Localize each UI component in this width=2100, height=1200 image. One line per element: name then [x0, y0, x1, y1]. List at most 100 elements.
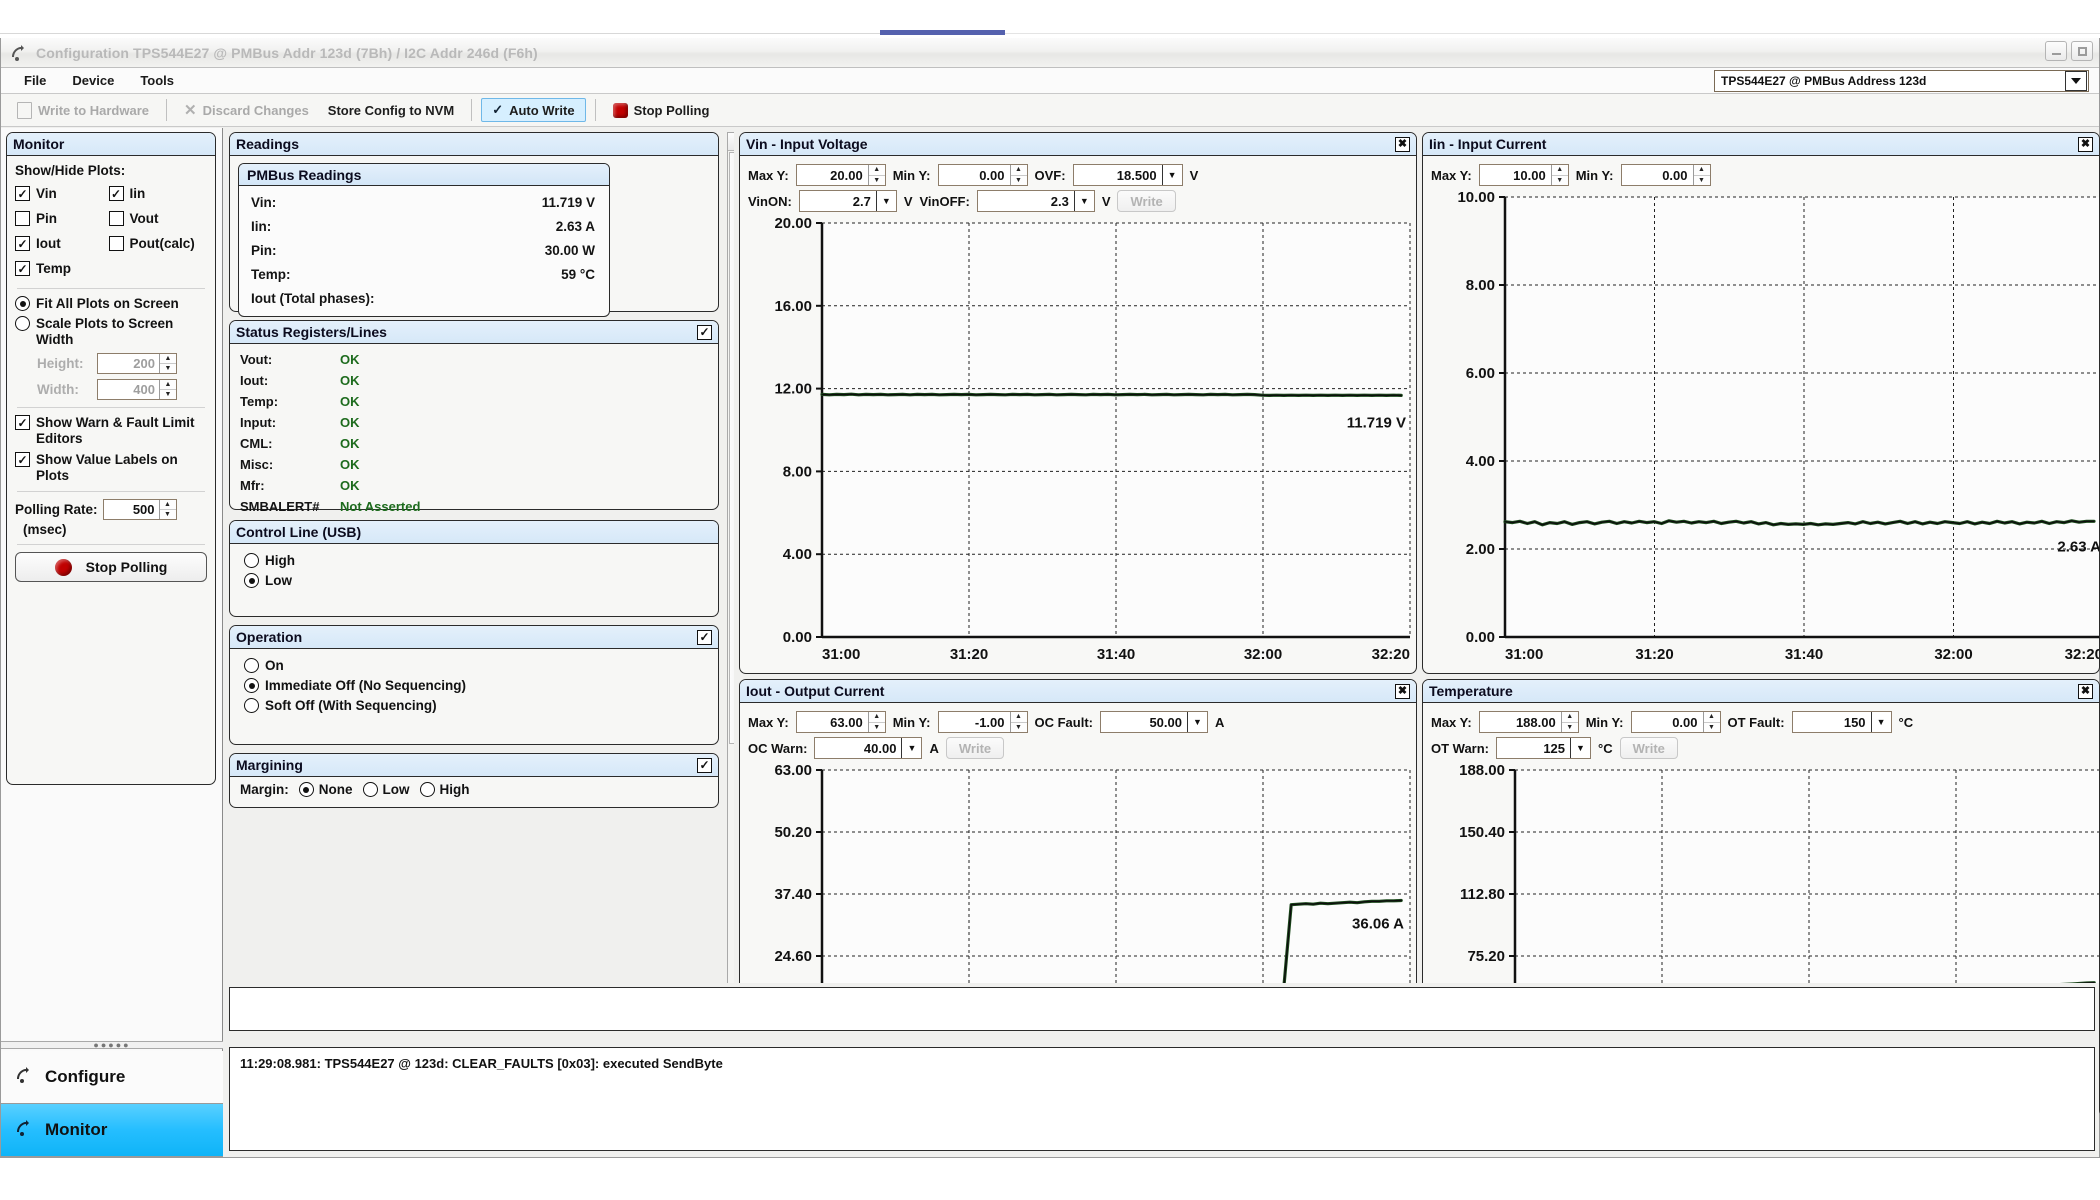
- chevron-down-icon[interactable]: ▼: [901, 738, 921, 758]
- chevron-down-icon[interactable]: ▼: [1162, 165, 1182, 185]
- show-warn-fault-checkbox[interactable]: Show Warn & Fault Limit Editors: [15, 415, 207, 447]
- chevron-down-icon[interactable]: ▼: [1074, 191, 1094, 211]
- min-y-stepper[interactable]: 0.00 ▲▼: [938, 164, 1028, 186]
- ot-warn-label: OT Warn:: [1431, 741, 1489, 756]
- stepper-buttons[interactable]: ▲▼: [1010, 165, 1027, 185]
- stop-polling-button[interactable]: Stop Polling: [605, 100, 718, 121]
- min-y-label: Min Y:: [893, 168, 931, 183]
- minimize-button[interactable]: [2045, 41, 2067, 61]
- plot-toggle-poutcalc[interactable]: Pout(calc): [109, 231, 207, 256]
- max-y-stepper[interactable]: 188.00 ▲▼: [1479, 711, 1579, 733]
- status-panel-checkbox[interactable]: ✓: [697, 325, 712, 340]
- plot-toggle-vin[interactable]: Vin: [15, 181, 109, 206]
- chevron-down-icon[interactable]: [2065, 71, 2087, 91]
- plot-iin-header: Iin - Input Current ✖: [1423, 133, 2099, 156]
- stepper-buttons[interactable]: ▲▼: [159, 354, 176, 373]
- stepper-buttons[interactable]: ▲▼: [868, 712, 885, 732]
- margin-option-none[interactable]: None: [299, 782, 353, 797]
- max-y-label: Max Y:: [1431, 168, 1472, 183]
- plot-toggle-iin[interactable]: Iin: [109, 181, 207, 206]
- svg-text:31:20: 31:20: [950, 646, 988, 663]
- scale-plots-radio[interactable]: Scale Plots to Screen Width: [15, 316, 207, 348]
- stepper-buttons[interactable]: ▲▼: [1551, 165, 1568, 185]
- log-box[interactable]: 11:29:08.981: TPS544E27 @ 123d: CLEAR_FA…: [229, 1047, 2095, 1151]
- monitor-panel-title: Monitor: [13, 136, 64, 152]
- svg-text:188.00: 188.00: [1459, 762, 1505, 779]
- plot-toggle-vout[interactable]: Vout: [109, 206, 207, 231]
- browser-tab-indicator[interactable]: [880, 30, 1005, 35]
- ovf-dropdown[interactable]: 18.500 ▼: [1073, 164, 1183, 186]
- plot-vin-controls: Max Y: 20.00 ▲▼ Min Y: 0.00 ▲▼ OVF:: [740, 156, 1416, 216]
- menu-tools[interactable]: Tools: [127, 70, 187, 91]
- control-line-option-low[interactable]: Low: [244, 573, 704, 588]
- plot-vin-title: Vin - Input Voltage: [746, 136, 868, 152]
- close-icon[interactable]: ✖: [2078, 137, 2093, 152]
- maximize-button[interactable]: [2071, 41, 2093, 61]
- oc-fault-dropdown[interactable]: 50.00 ▼: [1100, 711, 1208, 733]
- toolbar-divider-1: [166, 99, 167, 121]
- stepper-buttons[interactable]: ▲▼: [1693, 165, 1710, 185]
- close-icon[interactable]: ✖: [2078, 684, 2093, 699]
- control-line-option-high[interactable]: High: [244, 553, 704, 568]
- chevron-down-icon[interactable]: ▼: [1187, 712, 1207, 732]
- filter-input[interactable]: [229, 987, 2095, 1031]
- application-window: Configuration TPS544E27 @ PMBus Addr 123…: [0, 0, 2100, 1200]
- svg-text:75.20: 75.20: [1467, 948, 1505, 965]
- sidebar-item-monitor[interactable]: Monitor: [1, 1104, 223, 1157]
- stepper-buttons[interactable]: ▲▼: [1010, 712, 1027, 732]
- operation-option-on[interactable]: On: [244, 658, 704, 673]
- menu-device[interactable]: Device: [59, 70, 127, 91]
- write-to-hardware-button[interactable]: Write to Hardware: [9, 99, 157, 122]
- polling-rate-stepper[interactable]: 500 ▲▼: [103, 499, 177, 520]
- stepper-buttons[interactable]: ▲▼: [1561, 712, 1578, 732]
- show-value-labels-checkbox[interactable]: Show Value Labels on Plots: [15, 452, 207, 484]
- operation-option-soft-off[interactable]: Soft Off (With Sequencing): [244, 698, 704, 713]
- plot-toggle-iout[interactable]: Iout: [15, 231, 109, 256]
- operation-panel-checkbox[interactable]: ✓: [697, 630, 712, 645]
- margining-panel-checkbox[interactable]: ✓: [697, 758, 712, 773]
- toolbar-divider-2: [471, 99, 472, 121]
- chevron-down-icon[interactable]: ▼: [1570, 738, 1590, 758]
- sidebar-stop-polling-button[interactable]: Stop Polling: [15, 552, 207, 582]
- min-y-stepper[interactable]: 0.00 ▲▼: [1631, 711, 1721, 733]
- discard-changes-button[interactable]: ✕ Discard Changes: [176, 100, 317, 121]
- width-stepper[interactable]: 400 ▲▼: [97, 379, 177, 400]
- operation-option-immediate-off[interactable]: Immediate Off (No Sequencing): [244, 678, 704, 693]
- plot-toggle-temp[interactable]: Temp: [15, 256, 109, 281]
- max-y-value: 188.00: [1480, 712, 1561, 732]
- sidebar-resize-grip[interactable]: ●●●●●: [1, 1041, 223, 1049]
- auto-write-toggle[interactable]: ✓ Auto Write: [481, 98, 585, 122]
- store-config-button[interactable]: Store Config to NVM: [320, 100, 462, 121]
- height-value: 200: [98, 354, 159, 373]
- stepper-buttons[interactable]: ▲▼: [868, 165, 885, 185]
- min-y-stepper[interactable]: -1.00 ▲▼: [938, 711, 1028, 733]
- plot-vin-canvas: 0.004.008.0012.0016.0020.0031:0031:2031:…: [740, 209, 1416, 673]
- svg-text:24.60: 24.60: [774, 948, 812, 965]
- svg-text:32:00: 32:00: [1244, 646, 1282, 663]
- checkbox-icon: [109, 211, 124, 226]
- plot-toggle-pin[interactable]: Pin: [15, 206, 109, 231]
- height-stepper[interactable]: 200 ▲▼: [97, 353, 177, 374]
- device-select[interactable]: TPS544E27 @ PMBus Address 123d: [1714, 70, 2089, 92]
- sidebar-item-configure[interactable]: Configure: [1, 1051, 223, 1104]
- stepper-buttons[interactable]: ▲▼: [159, 380, 176, 399]
- stepper-buttons[interactable]: ▲▼: [1703, 712, 1720, 732]
- close-icon[interactable]: ✖: [1395, 684, 1410, 699]
- operation-option-immediate-off-label: Immediate Off (No Sequencing): [265, 678, 466, 693]
- radio-icon: [244, 658, 259, 673]
- max-y-stepper[interactable]: 63.00 ▲▼: [796, 711, 886, 733]
- ot-fault-dropdown[interactable]: 150 ▼: [1792, 711, 1892, 733]
- operation-title: Operation: [236, 629, 302, 645]
- chevron-down-icon[interactable]: ▼: [876, 191, 896, 211]
- radio-icon: [420, 782, 435, 797]
- stepper-buttons[interactable]: ▲▼: [159, 500, 176, 519]
- margin-option-high[interactable]: High: [420, 782, 470, 797]
- margin-option-low[interactable]: Low: [363, 782, 410, 797]
- checkbox-icon: [15, 415, 30, 430]
- fit-all-plots-radio[interactable]: Fit All Plots on Screen: [15, 296, 207, 311]
- close-icon[interactable]: ✖: [1395, 137, 1410, 152]
- ot-fault-unit: °C: [1899, 715, 1914, 730]
- chevron-down-icon[interactable]: ▼: [1871, 712, 1891, 732]
- menu-file[interactable]: File: [11, 70, 59, 91]
- max-y-stepper[interactable]: 20.00 ▲▼: [796, 164, 886, 186]
